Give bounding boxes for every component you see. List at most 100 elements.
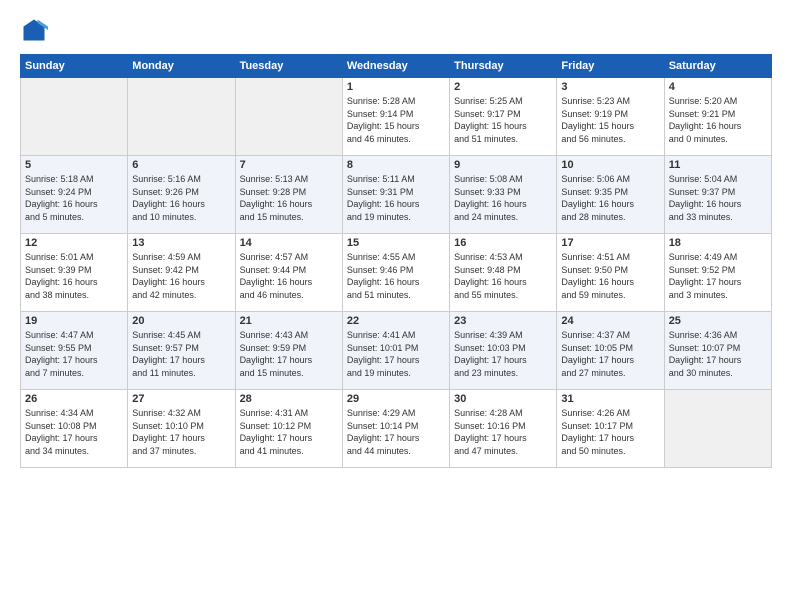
calendar-cell: 14 Sunrise: 4:57 AM Sunset: 9:44 PM Dayli… — [235, 234, 342, 312]
day-number: 6 — [132, 159, 230, 171]
day-header-saturday: Saturday — [664, 55, 771, 78]
day-info: Sunrise: 4:36 AM Sunset: 10:07 PM Daylig… — [669, 329, 767, 379]
header — [20, 16, 772, 44]
week-row-1: 1 Sunrise: 5:28 AM Sunset: 9:14 PM Daylig… — [21, 78, 772, 156]
calendar-cell: 15 Sunrise: 4:55 AM Sunset: 9:46 PM Dayli… — [342, 234, 449, 312]
logo-icon — [20, 16, 48, 44]
day-number: 24 — [561, 315, 659, 327]
calendar-cell: 24 Sunrise: 4:37 AM Sunset: 10:05 PM Dayl… — [557, 312, 664, 390]
calendar-cell: 4 Sunrise: 5:20 AM Sunset: 9:21 PM Daylig… — [664, 78, 771, 156]
day-info: Sunrise: 5:23 AM Sunset: 9:19 PM Dayligh… — [561, 95, 659, 145]
week-row-3: 12 Sunrise: 5:01 AM Sunset: 9:39 PM Dayli… — [21, 234, 772, 312]
day-number: 9 — [454, 159, 552, 171]
day-info: Sunrise: 4:37 AM Sunset: 10:05 PM Daylig… — [561, 329, 659, 379]
calendar-cell — [235, 78, 342, 156]
calendar-cell: 22 Sunrise: 4:41 AM Sunset: 10:01 PM Dayl… — [342, 312, 449, 390]
day-number: 5 — [25, 159, 123, 171]
day-info: Sunrise: 4:28 AM Sunset: 10:16 PM Daylig… — [454, 407, 552, 457]
day-number: 23 — [454, 315, 552, 327]
day-number: 13 — [132, 237, 230, 249]
calendar-cell: 28 Sunrise: 4:31 AM Sunset: 10:12 PM Dayl… — [235, 390, 342, 468]
day-info: Sunrise: 5:18 AM Sunset: 9:24 PM Dayligh… — [25, 173, 123, 223]
day-info: Sunrise: 4:41 AM Sunset: 10:01 PM Daylig… — [347, 329, 445, 379]
calendar-cell: 5 Sunrise: 5:18 AM Sunset: 9:24 PM Daylig… — [21, 156, 128, 234]
calendar-cell: 3 Sunrise: 5:23 AM Sunset: 9:19 PM Daylig… — [557, 78, 664, 156]
day-info: Sunrise: 4:59 AM Sunset: 9:42 PM Dayligh… — [132, 251, 230, 301]
day-number: 17 — [561, 237, 659, 249]
day-info: Sunrise: 5:08 AM Sunset: 9:33 PM Dayligh… — [454, 173, 552, 223]
day-number: 1 — [347, 81, 445, 93]
day-info: Sunrise: 4:51 AM Sunset: 9:50 PM Dayligh… — [561, 251, 659, 301]
week-row-2: 5 Sunrise: 5:18 AM Sunset: 9:24 PM Daylig… — [21, 156, 772, 234]
day-number: 22 — [347, 315, 445, 327]
day-info: Sunrise: 4:43 AM Sunset: 9:59 PM Dayligh… — [240, 329, 338, 379]
day-header-sunday: Sunday — [21, 55, 128, 78]
calendar-cell: 25Sunrise: 4:36 AM Sunset: 10:07 PM Dayl… — [664, 312, 771, 390]
day-header-wednesday: Wednesday — [342, 55, 449, 78]
day-number: 31 — [561, 393, 659, 405]
day-info: Sunrise: 5:11 AM Sunset: 9:31 PM Dayligh… — [347, 173, 445, 223]
day-number: 7 — [240, 159, 338, 171]
calendar-cell — [21, 78, 128, 156]
calendar-cell: 20 Sunrise: 4:45 AM Sunset: 9:57 PM Dayli… — [128, 312, 235, 390]
day-number: 12 — [25, 237, 123, 249]
day-info: Sunrise: 4:31 AM Sunset: 10:12 PM Daylig… — [240, 407, 338, 457]
calendar-cell: 7 Sunrise: 5:13 AM Sunset: 9:28 PM Daylig… — [235, 156, 342, 234]
calendar-cell: 9 Sunrise: 5:08 AM Sunset: 9:33 PM Daylig… — [450, 156, 557, 234]
day-info: Sunrise: 5:06 AM Sunset: 9:35 PM Dayligh… — [561, 173, 659, 223]
day-info: Sunrise: 4:55 AM Sunset: 9:46 PM Dayligh… — [347, 251, 445, 301]
day-number: 20 — [132, 315, 230, 327]
day-number: 2 — [454, 81, 552, 93]
calendar-cell — [664, 390, 771, 468]
day-info: Sunrise: 4:57 AM Sunset: 9:44 PM Dayligh… — [240, 251, 338, 301]
day-info: Sunrise: 5:01 AM Sunset: 9:39 PM Dayligh… — [25, 251, 123, 301]
calendar-cell: 2 Sunrise: 5:25 AM Sunset: 9:17 PM Daylig… — [450, 78, 557, 156]
day-header-tuesday: Tuesday — [235, 55, 342, 78]
day-info: Sunrise: 5:13 AM Sunset: 9:28 PM Dayligh… — [240, 173, 338, 223]
day-info: Sunrise: 5:16 AM Sunset: 9:26 PM Dayligh… — [132, 173, 230, 223]
day-header-monday: Monday — [128, 55, 235, 78]
day-number: 10 — [561, 159, 659, 171]
calendar-cell: 17 Sunrise: 4:51 AM Sunset: 9:50 PM Dayli… — [557, 234, 664, 312]
calendar-cell: 21 Sunrise: 4:43 AM Sunset: 9:59 PM Dayli… — [235, 312, 342, 390]
day-number: 16 — [454, 237, 552, 249]
day-info: Sunrise: 4:29 AM Sunset: 10:14 PM Daylig… — [347, 407, 445, 457]
day-info: Sunrise: 4:26 AM Sunset: 10:17 PM Daylig… — [561, 407, 659, 457]
week-row-5: 26Sunrise: 4:34 AM Sunset: 10:08 PM Dayl… — [21, 390, 772, 468]
calendar-cell: 8 Sunrise: 5:11 AM Sunset: 9:31 PM Daylig… — [342, 156, 449, 234]
day-number: 8 — [347, 159, 445, 171]
day-info: Sunrise: 4:49 AM Sunset: 9:52 PM Dayligh… — [669, 251, 767, 301]
day-info: Sunrise: 4:45 AM Sunset: 9:57 PM Dayligh… — [132, 329, 230, 379]
calendar-cell: 29Sunrise: 4:29 AM Sunset: 10:14 PM Dayl… — [342, 390, 449, 468]
calendar-cell: 27Sunrise: 4:32 AM Sunset: 10:10 PM Dayl… — [128, 390, 235, 468]
calendar-cell: 1 Sunrise: 5:28 AM Sunset: 9:14 PM Daylig… — [342, 78, 449, 156]
day-info: Sunrise: 4:47 AM Sunset: 9:55 PM Dayligh… — [25, 329, 123, 379]
day-header-thursday: Thursday — [450, 55, 557, 78]
day-number: 21 — [240, 315, 338, 327]
calendar-cell — [128, 78, 235, 156]
day-header-friday: Friday — [557, 55, 664, 78]
day-info: Sunrise: 5:20 AM Sunset: 9:21 PM Dayligh… — [669, 95, 767, 145]
day-number: 15 — [347, 237, 445, 249]
calendar-cell: 26Sunrise: 4:34 AM Sunset: 10:08 PM Dayl… — [21, 390, 128, 468]
day-number: 3 — [561, 81, 659, 93]
day-info: Sunrise: 4:39 AM Sunset: 10:03 PM Daylig… — [454, 329, 552, 379]
day-info: Sunrise: 5:25 AM Sunset: 9:17 PM Dayligh… — [454, 95, 552, 145]
day-number: 4 — [669, 81, 767, 93]
calendar-table: SundayMondayTuesdayWednesdayThursdayFrid… — [20, 54, 772, 468]
calendar-cell: 11 Sunrise: 5:04 AM Sunset: 9:37 PM Dayli… — [664, 156, 771, 234]
day-number: 14 — [240, 237, 338, 249]
week-row-4: 19Sunrise: 4:47 AM Sunset: 9:55 PM Dayli… — [21, 312, 772, 390]
day-info: Sunrise: 5:04 AM Sunset: 9:37 PM Dayligh… — [669, 173, 767, 223]
calendar-cell: 31 Sunrise: 4:26 AM Sunset: 10:17 PM Dayl… — [557, 390, 664, 468]
page: SundayMondayTuesdayWednesdayThursdayFrid… — [0, 0, 792, 612]
calendar-cell: 23 Sunrise: 4:39 AM Sunset: 10:03 PM Dayl… — [450, 312, 557, 390]
day-info: Sunrise: 5:28 AM Sunset: 9:14 PM Dayligh… — [347, 95, 445, 145]
calendar-header-row: SundayMondayTuesdayWednesdayThursdayFrid… — [21, 55, 772, 78]
calendar-cell: 19Sunrise: 4:47 AM Sunset: 9:55 PM Dayli… — [21, 312, 128, 390]
day-number: 28 — [240, 393, 338, 405]
calendar-cell: 30Sunrise: 4:28 AM Sunset: 10:16 PM Dayl… — [450, 390, 557, 468]
day-number: 11 — [669, 159, 767, 171]
day-number: 27 — [132, 393, 230, 405]
logo — [20, 16, 52, 44]
